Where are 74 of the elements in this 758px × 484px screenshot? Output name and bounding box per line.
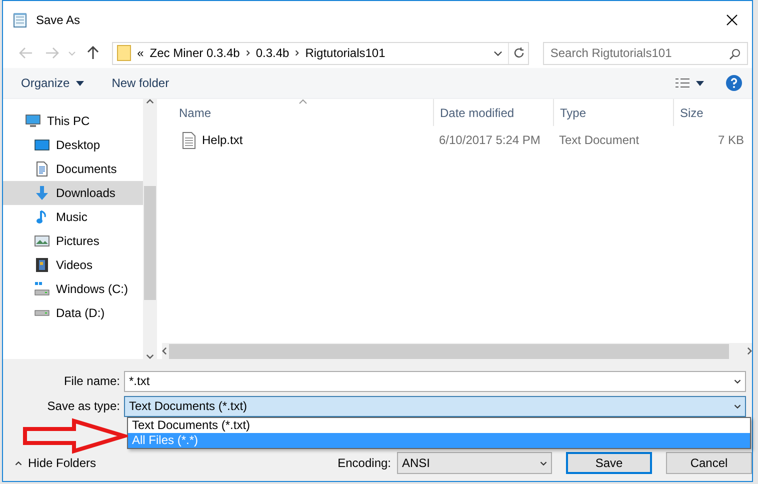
document-icon [34,161,50,177]
field-label: File name: [62,374,121,388]
chevron-down-icon [494,50,502,56]
date-cell-text: 6/10/2017 5:24 PM [438,133,542,147]
type-cell-text: Text Document [558,133,640,147]
breadcrumb[interactable]: 0.3.4b [256,46,290,60]
nav-item[interactable]: Data (D:) [3,301,144,325]
text-file-icon [182,132,196,148]
size-cell-text: 7 KB [716,133,745,147]
up-arrow-icon [87,46,100,60]
refresh-icon [512,47,525,59]
breadcrumb[interactable]: « [137,46,144,60]
close-icon [726,14,738,26]
scrollbar[interactable] [143,99,157,359]
drive-icon [34,310,50,316]
scroll-right-icon [747,347,752,355]
dropdown-option[interactable]: Text Documents (*.txt) [128,418,750,433]
scroll-down-icon [146,354,154,359]
nav-item[interactable]: Downloads [3,181,144,205]
hide-folders-button[interactable]: Hide Folders [15,456,96,470]
forward-arrow-icon [44,47,59,59]
file-type-select[interactable]: Text Documents (*.txt) [124,396,746,416]
dropdown-icon [540,460,547,466]
window-title: Save As [36,12,82,26]
field-label: Save as type: [46,399,121,413]
caret-icon [76,80,84,86]
notepad-icon [12,12,28,28]
new-folder-button[interactable]: New folder [112,76,170,90]
chevron-right-icon [295,50,300,56]
details-view-icon [675,78,690,88]
drive-icon [34,281,50,297]
picture-icon [34,233,50,249]
caret-icon [696,80,704,86]
scroll-left-icon [162,347,167,355]
chevron-right-icon [246,50,250,56]
scrollbar[interactable] [162,343,752,359]
column-header[interactable]: Name [162,99,433,126]
dropdown-icon [734,404,741,408]
field-label: Encoding: [338,456,391,470]
save-button[interactable]: Save [566,452,652,474]
help-icon [726,75,742,91]
dropdown-icon [734,378,741,384]
nav-item[interactable]: Music [3,205,144,229]
nav-item[interactable]: Desktop [3,133,144,157]
column-header[interactable]: Date modified [433,99,553,126]
film-icon [34,257,50,273]
breadcrumb[interactable]: Rigtutorials101 [305,46,386,60]
nav-item[interactable]: Videos [3,253,144,277]
file-name[interactable]: Help.txt [202,133,243,147]
nav-item[interactable]: Documents [3,157,144,181]
nav-item[interactable]: This PC [3,109,144,133]
folder-icon [117,45,132,61]
encoding-select[interactable]: ANSI [397,452,552,474]
nav-item[interactable]: Pictures [3,229,144,253]
file-name-field[interactable]: *.txt [124,370,746,392]
search-icon [729,48,741,60]
desktop-icon [34,137,50,153]
scroll-up-icon [146,99,154,104]
nav-item[interactable]: Windows (C:) [3,277,144,301]
column-header[interactable]: Type [553,99,673,126]
address-bar[interactable]: « Zec Miner 0.3.4b 0.3.4b Rigtutorials101 [112,42,530,64]
chevron-down-icon [68,50,76,56]
help-button[interactable] [726,75,742,91]
back-arrow-icon [18,47,33,59]
cancel-button[interactable]: Cancel [666,452,752,474]
download-arrow-icon [34,185,50,201]
chevron-up-icon [15,460,22,466]
sort-ascending-icon [299,99,307,104]
organize-menu[interactable]: Organize [21,76,84,90]
search-field[interactable]: Search Rigtutorials101 [543,42,748,64]
monitor-icon [25,113,41,129]
column-header[interactable]: Size [673,99,750,126]
view-options-button[interactable] [675,78,704,88]
breadcrumb[interactable]: Zec Miner 0.3.4b [150,46,240,60]
